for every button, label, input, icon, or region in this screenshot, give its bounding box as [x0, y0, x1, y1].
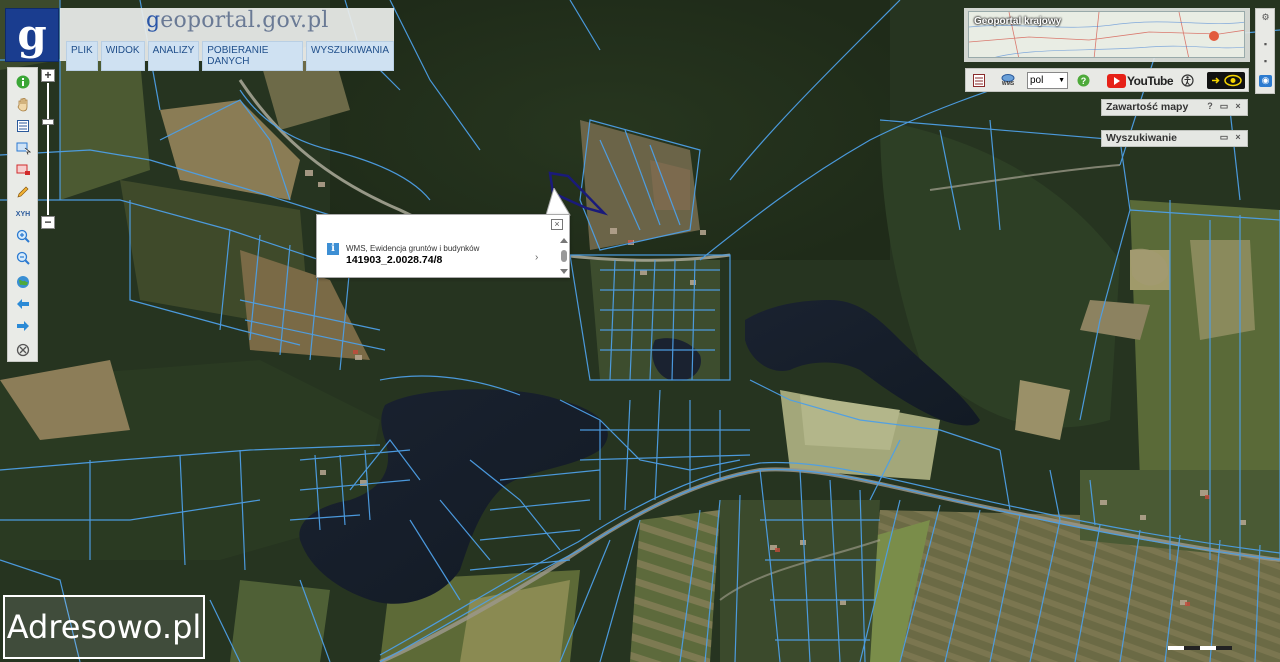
zoom-track[interactable]	[47, 83, 49, 215]
menu-wyszukiwania[interactable]: WYSZUKIWANIA	[306, 41, 394, 71]
xyh-coordinates-icon[interactable]: XYH	[12, 204, 34, 224]
clear-selection-icon[interactable]	[12, 160, 34, 180]
popup-scrollbar[interactable]	[559, 237, 569, 275]
help-button[interactable]: ?	[1205, 102, 1215, 112]
map-contents-title: Zawartość mapy	[1106, 101, 1189, 113]
youtube-text: YouTube	[1127, 73, 1174, 88]
header-panel: geoportal.gov.pl PLIK WIDOK ANALIZY POBI…	[60, 8, 394, 71]
geoportal-logo[interactable]: g	[5, 8, 59, 62]
back-arrow-icon[interactable]	[12, 294, 34, 314]
map-contents-panel[interactable]: Zawartość mapy ? ▭ ×	[1101, 99, 1248, 116]
search-panel[interactable]: Wyszukiwanie ▭ ×	[1101, 130, 1248, 147]
forward-arrow-icon[interactable]	[12, 316, 34, 336]
youtube-play-icon	[1107, 73, 1126, 88]
zoom-slider[interactable]: + −	[41, 69, 55, 229]
scale-bar	[1168, 646, 1232, 650]
adresowo-watermark: Adresowo.pl	[3, 595, 205, 659]
gear-icon[interactable]: ⚙	[1259, 12, 1272, 24]
menu-analizy[interactable]: ANALIZY	[147, 41, 200, 71]
pan-hand-icon[interactable]	[12, 94, 34, 114]
menu-pobieranie-danych[interactable]: POBIERANIE DANYCH	[202, 41, 304, 71]
zoom-in-icon[interactable]	[12, 226, 34, 246]
feature-info-popup: × i WMS, Ewidencja gruntów i budynków 14…	[316, 214, 570, 278]
full-extent-globe-icon[interactable]	[12, 272, 34, 292]
pencil-icon[interactable]	[12, 182, 34, 202]
eye-toggle-icon[interactable]: ◉	[1259, 75, 1272, 87]
wms-label: WMS	[1001, 81, 1015, 87]
popup-next-icon[interactable]: ›	[535, 252, 538, 263]
zoom-plus-button[interactable]: +	[41, 69, 55, 82]
info-icon[interactable]	[12, 72, 34, 92]
close-button[interactable]: ×	[1233, 133, 1243, 143]
high-contrast-icon[interactable]	[1207, 72, 1245, 89]
language-value: pol	[1030, 75, 1044, 86]
main-menu: PLIK WIDOK ANALIZY POBIERANIE DANYCH WYS…	[66, 41, 394, 71]
chevron-down-icon: ▼	[1058, 77, 1065, 84]
collapse-icon[interactable]: ▪	[1259, 56, 1272, 68]
zoom-out-icon[interactable]	[12, 248, 34, 268]
aerial-map[interactable]	[0, 0, 1280, 662]
restore-button[interactable]: ▭	[1219, 133, 1229, 143]
menu-plik[interactable]: PLIK	[66, 41, 98, 71]
close-button[interactable]: ×	[1233, 102, 1243, 112]
overview-label: Geoportal krajowy	[974, 16, 1062, 27]
zoom-handle[interactable]	[42, 119, 54, 125]
map-toolbar: XYH	[7, 67, 38, 362]
help-icon[interactable]: ?	[1076, 72, 1090, 89]
map-viewer: g geoportal.gov.pl PLIK WIDOK ANALIZY PO…	[0, 0, 1280, 662]
info-icon: i	[327, 243, 339, 255]
layers-list-icon[interactable]	[12, 116, 34, 136]
popup-source: WMS, Ewidencja gruntów i budynków	[346, 244, 480, 253]
zoom-minus-button[interactable]: −	[41, 216, 55, 229]
right-side-controls: ⚙ ▪ ▪ ◉	[1255, 8, 1275, 94]
language-select[interactable]: pol ▼	[1027, 72, 1068, 89]
national-geoportal-overview[interactable]: Geoportal krajowy	[968, 11, 1245, 58]
menu-widok[interactable]: WIDOK	[100, 41, 145, 71]
site-title-rest: eoportal.gov.pl	[160, 8, 329, 33]
expand-icon[interactable]: ▪	[1259, 39, 1272, 51]
cancel-icon[interactable]	[12, 340, 34, 360]
popup-pointer	[545, 188, 571, 216]
wms-icon[interactable]: WMS	[999, 72, 1017, 89]
search-panel-title: Wyszukiwanie	[1106, 132, 1177, 144]
popup-close-button[interactable]: ×	[551, 219, 563, 230]
svg-text:?: ?	[1080, 76, 1086, 86]
select-area-icon[interactable]	[12, 138, 34, 158]
accessibility-icon[interactable]	[1180, 72, 1194, 89]
site-title-prefix: g	[146, 8, 161, 33]
site-title: geoportal.gov.pl	[146, 8, 329, 33]
parcel-id[interactable]: 141903_2.0028.74/8	[346, 254, 442, 266]
legend-icon[interactable]	[972, 72, 986, 89]
youtube-link[interactable]: YouTube	[1107, 72, 1174, 89]
restore-button[interactable]: ▭	[1219, 102, 1229, 112]
logo-letter: g	[17, 10, 47, 59]
top-tools-bar: WMS pol ▼ ? YouTube	[965, 68, 1249, 92]
